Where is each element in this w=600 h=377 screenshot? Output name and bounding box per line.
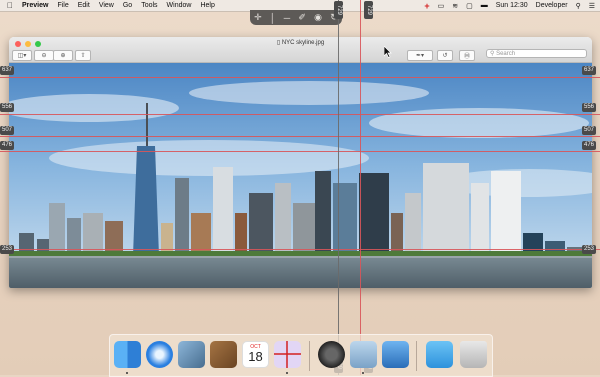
mail-stamp-icon[interactable] <box>178 341 205 368</box>
guide-label: 637 <box>0 66 15 75</box>
zoom-in-button[interactable]: ⊕ <box>53 50 73 61</box>
calendar-icon[interactable]: OCT 18 <box>242 341 269 368</box>
calendar-day: 18 <box>248 349 263 364</box>
sidebar-icon: ◫▾ <box>17 53 27 59</box>
red-plus-icon[interactable]: + <box>424 1 429 11</box>
guide-label: 556 <box>0 103 15 112</box>
list-icon[interactable]: ☰ <box>589 2 595 10</box>
guide-line-vertical[interactable] <box>360 0 361 375</box>
display-icon[interactable]: ▢ <box>466 2 473 10</box>
window-titlebar: ▯ NYC skyline.jpg ◫▾ ⊖ ⊕ ⇧ ✒▾ ↺ Ⓜ ⚲ Sear… <box>9 37 592 63</box>
guide-label: 507 <box>582 126 597 135</box>
markup-icon: Ⓜ <box>463 54 470 60</box>
menu-window[interactable]: Window <box>167 2 192 9</box>
ruler-toolbar: ✛ │ ─ ✐ ◉ ↻ <box>250 10 342 25</box>
menu-user[interactable]: Developer <box>536 2 568 9</box>
dock: OCT 18 <box>109 334 493 377</box>
search-icon[interactable]: ⚲ <box>576 2 581 10</box>
downloads-folder-icon[interactable] <box>426 341 453 368</box>
guide-line-horizontal[interactable] <box>0 136 600 137</box>
skyline-image <box>9 63 592 288</box>
search-field[interactable]: ⚲ Search <box>486 49 587 58</box>
guide-label: 637 <box>582 66 597 75</box>
activity-monitor-icon[interactable] <box>318 341 345 368</box>
eyedropper-icon[interactable]: ✐ <box>298 12 306 23</box>
wifi-icon[interactable]: ≋ <box>452 2 458 10</box>
running-indicator <box>286 372 288 374</box>
mouse-cursor-icon <box>384 46 392 58</box>
rotate-button[interactable]: ↺ <box>437 50 453 61</box>
trash-icon[interactable] <box>460 341 487 368</box>
guide-label: 729 <box>364 1 373 19</box>
guide-label: 729 <box>334 1 343 19</box>
battery-icon[interactable]: ▬ <box>481 2 488 9</box>
preview-window: ▯ NYC skyline.jpg ◫▾ ⊖ ⊕ ⇧ ✒▾ ↺ Ⓜ ⚲ Sear… <box>9 37 592 288</box>
guide-line-horizontal[interactable] <box>0 249 600 250</box>
horizontal-line-icon[interactable]: ─ <box>284 13 290 23</box>
running-indicator <box>362 372 364 374</box>
document-icon: ▯ <box>276 40 281 46</box>
preview-icon[interactable] <box>350 341 377 368</box>
zoom-in-icon: ⊕ <box>60 53 66 59</box>
ruler-app-icon[interactable] <box>274 341 301 368</box>
zoom-out-button[interactable]: ⊖ <box>34 50 54 61</box>
running-indicator <box>126 372 128 374</box>
ruler-crosshair-icon <box>274 341 301 368</box>
search-placeholder: Search <box>496 50 516 57</box>
share-button[interactable]: ⇧ <box>75 50 91 61</box>
vertical-line-icon[interactable]: │ <box>270 13 276 23</box>
menu-help[interactable]: Help <box>200 2 214 9</box>
guide-line-horizontal[interactable] <box>0 114 600 115</box>
finder-icon[interactable] <box>114 341 141 368</box>
menu-go[interactable]: Go <box>123 2 132 9</box>
guide-line-horizontal[interactable] <box>0 77 600 78</box>
zoom-out-icon: ⊖ <box>41 53 47 59</box>
safari-icon[interactable] <box>146 341 173 368</box>
crosshair-icon[interactable]: ✛ <box>254 12 262 23</box>
menu-view[interactable]: View <box>99 2 114 9</box>
apple-menu-icon[interactable]:  <box>7 1 13 10</box>
menu-app-name[interactable]: Preview <box>22 2 48 9</box>
rotate-icon: ↺ <box>442 53 448 59</box>
guide-line-horizontal[interactable] <box>0 151 600 152</box>
dock-separator <box>309 341 310 371</box>
window-title-row: ▯ NYC skyline.jpg <box>9 39 592 46</box>
target-icon[interactable]: ◉ <box>314 12 322 23</box>
menu-file[interactable]: File <box>57 2 68 9</box>
guide-label: 476 <box>0 141 15 150</box>
guide-label: 507 <box>0 126 15 135</box>
dock-separator <box>416 341 417 371</box>
menu-clock[interactable]: Sun 12:30 <box>496 2 528 9</box>
pen-icon: ✒▾ <box>415 53 425 59</box>
markup-button[interactable]: ✒▾ <box>407 50 433 61</box>
markup-toolbar-button[interactable]: Ⓜ <box>459 50 475 61</box>
contacts-icon[interactable] <box>210 341 237 368</box>
guide-label: 253 <box>0 245 15 254</box>
status-area: + ▭ ≋ ▢ ▬ Sun 12:30 Developer ⚲ ☰ <box>416 1 600 11</box>
guide-line-vertical[interactable] <box>338 0 339 375</box>
sidebar-toggle-button[interactable]: ◫▾ <box>12 50 32 61</box>
screen-icon[interactable]: ▭ <box>438 2 445 10</box>
keynote-icon[interactable] <box>382 341 409 368</box>
menu-tools[interactable]: Tools <box>141 2 157 9</box>
guide-label: 476 <box>582 141 597 150</box>
guide-label: 253 <box>582 245 597 254</box>
share-icon: ⇧ <box>80 53 86 59</box>
window-title: NYC skyline.jpg <box>281 40 325 46</box>
guide-label: 556 <box>582 103 597 112</box>
menu-edit[interactable]: Edit <box>78 2 90 9</box>
